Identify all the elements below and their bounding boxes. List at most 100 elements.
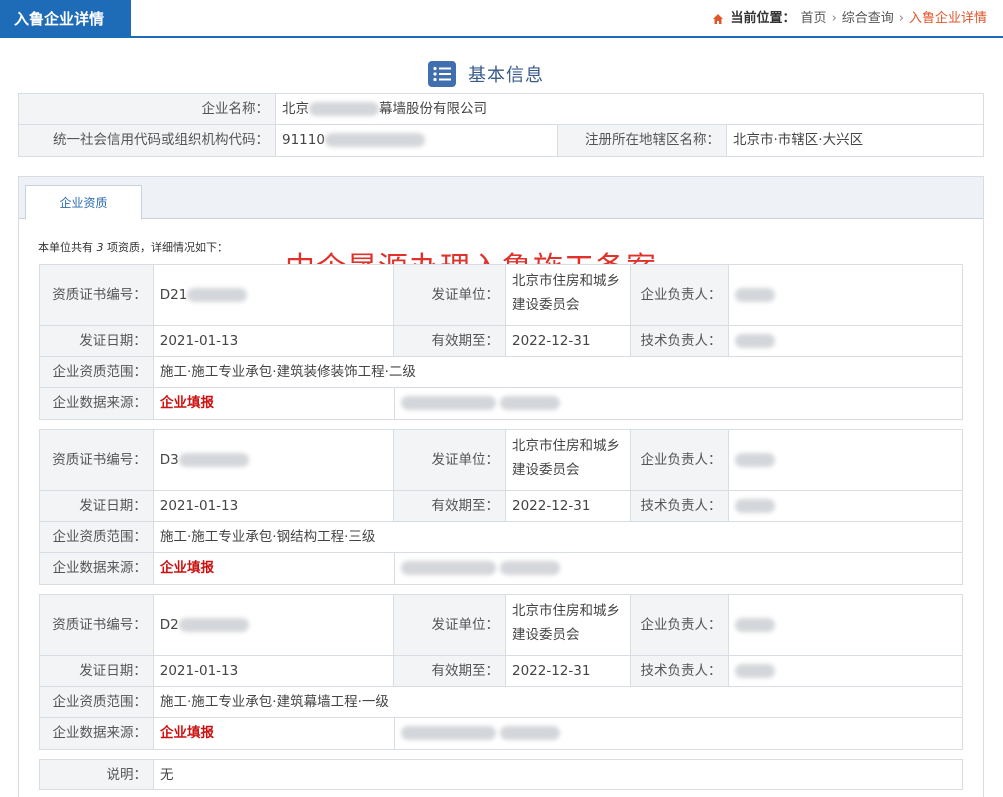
section-title: 基本信息 [468, 65, 544, 86]
breadcrumb: 当前位置： 首页 › 综合查询 › 入鲁企业详情 [712, 0, 987, 38]
note-row: 说明： 无 [39, 759, 963, 790]
valid-until-value: 2022-12-31 [504, 326, 630, 356]
issuer-value: 北京市住房和城乡建设委员会 [504, 595, 630, 655]
qualification-count: 3 [96, 241, 104, 254]
breadcrumb-home-link[interactable]: 首页 [801, 0, 827, 38]
note-label: 说明： [40, 760, 153, 789]
legal-person-value [727, 430, 962, 490]
tech-person-value [727, 656, 962, 686]
valid-until-value: 2022-12-31 [504, 491, 630, 521]
qualification-summary: 本单位共有 3 项资质，详细情况如下： [38, 241, 228, 254]
qual-row-dates: 发证日期： 2021-01-13 有效期至： 2022-12-31 技术负责人： [40, 326, 962, 357]
source-value: 企业填报 [153, 388, 394, 419]
tech-person-label: 技术负责人： [629, 326, 728, 356]
credit-code-head: 91110 [282, 132, 325, 148]
cert-no-label: 资质证书编号： [40, 265, 153, 325]
tech-person-value [727, 326, 962, 356]
redacted-mask [324, 133, 425, 147]
company-name-label: 企业名称： [19, 94, 275, 124]
scope-label: 企业资质范围： [40, 357, 153, 387]
cert-no-value: D21 [152, 265, 394, 325]
issuer-label: 发证单位： [393, 595, 505, 655]
credit-code-label: 统一社会信用代码或组织机构代码： [19, 125, 275, 156]
valid-until-value: 2022-12-31 [504, 656, 630, 686]
home-icon [712, 13, 724, 25]
legal-person-value [727, 265, 962, 325]
tech-person-value [727, 491, 962, 521]
chevron-right-icon: › [898, 11, 904, 26]
legal-person-label: 企业负责人： [629, 430, 728, 490]
qual-row-source: 企业数据来源： 企业填报 [40, 388, 962, 419]
basic-info-table: 企业名称： 北京 幕墙股份有限公司 统一社会信用代码或组织机构代码： 91110 … [18, 93, 984, 157]
source-label: 企业数据来源： [40, 718, 153, 749]
breadcrumb-current: 入鲁企业详情 [908, 11, 987, 26]
valid-until-label: 有效期至： [393, 656, 505, 686]
issue-date-value: 2021-01-13 [152, 326, 394, 356]
qual-row-scope: 企业资质范围： 施工·施工专业承包·建筑幕墙工程·一级 [40, 687, 962, 718]
source-detail [394, 388, 962, 419]
issue-date-label: 发证日期： [40, 491, 153, 521]
credit-code-value: 91110 [275, 125, 557, 156]
breadcrumb-label: 当前位置： [730, 11, 796, 26]
company-name-tail: 幕墙股份有限公司 [379, 101, 487, 117]
legal-person-value [727, 595, 962, 655]
section-header: 基本信息 [428, 60, 544, 88]
region-label: 注册所在地辖区名称： [557, 125, 726, 156]
qual-row-cert: 资质证书编号： D3 发证单位： 北京市住房和城乡建设委员会 企业负责人： [40, 430, 962, 491]
issue-date-label: 发证日期： [40, 326, 153, 356]
issue-date-value: 2021-01-13 [152, 491, 394, 521]
source-value: 企业填报 [153, 553, 394, 584]
region-value: 北京市·市辖区·大兴区 [726, 125, 983, 156]
issuer-label: 发证单位： [393, 430, 505, 490]
tech-person-label: 技术负责人： [629, 656, 728, 686]
qual-row-cert: 资质证书编号： D2 发证单位： 北京市住房和城乡建设委员会 企业负责人： [40, 595, 962, 656]
source-label: 企业数据来源： [40, 553, 153, 584]
qual-row-source: 企业数据来源： 企业填报 [40, 718, 962, 749]
scope-label: 企业资质范围： [40, 687, 153, 717]
cert-no-value: D2 [152, 595, 394, 655]
cert-no-label: 资质证书编号： [40, 595, 153, 655]
tab-strip: 企业资质 [19, 177, 983, 220]
valid-until-label: 有效期至： [393, 326, 505, 356]
redacted-mask [309, 102, 379, 116]
scope-label: 企业资质范围： [40, 522, 153, 552]
source-label: 企业数据来源： [40, 388, 153, 419]
issuer-label: 发证单位： [393, 265, 505, 325]
qual-row-cert: 资质证书编号： D21 发证单位： 北京市住房和城乡建设委员会 企业负责人： [40, 265, 962, 326]
qualification-panel: 企业资质 本单位共有 3 项资质，详细情况如下： 中企晟源办理入鲁施工备案 资质… [18, 176, 984, 797]
cert-no-label: 资质证书编号： [40, 430, 153, 490]
tab-qualifications[interactable]: 企业资质 [25, 185, 142, 220]
legal-person-label: 企业负责人： [629, 595, 728, 655]
issuer-value: 北京市住房和城乡建设委员会 [504, 265, 630, 325]
credit-code-row: 统一社会信用代码或组织机构代码： 91110 注册所在地辖区名称： 北京市·市辖… [19, 125, 983, 156]
valid-until-label: 有效期至： [393, 491, 505, 521]
source-detail [394, 718, 962, 749]
legal-person-label: 企业负责人： [629, 265, 728, 325]
scope-value: 施工·施工专业承包·建筑装修装饰工程·二级 [153, 357, 962, 387]
company-name-value: 北京 幕墙股份有限公司 [275, 94, 983, 124]
qualification-card: 资质证书编号： D2 发证单位： 北京市住房和城乡建设委员会 企业负责人： 发证… [39, 594, 963, 750]
qual-row-dates: 发证日期： 2021-01-13 有效期至： 2022-12-31 技术负责人： [40, 656, 962, 687]
qual-row-scope: 企业资质范围： 施工·施工专业承包·钢结构工程·三级 [40, 522, 962, 553]
list-icon [428, 61, 456, 87]
top-bar: 入鲁企业详情 当前位置： 首页 › 综合查询 › 入鲁企业详情 [0, 0, 1003, 38]
qualification-card: 资质证书编号： D21 发证单位： 北京市住房和城乡建设委员会 企业负责人： 发… [39, 264, 963, 420]
qual-row-scope: 企业资质范围： 施工·施工专业承包·建筑装修装饰工程·二级 [40, 357, 962, 388]
issue-date-value: 2021-01-13 [152, 656, 394, 686]
qual-row-source: 企业数据来源： 企业填报 [40, 553, 962, 584]
tech-person-label: 技术负责人： [629, 491, 728, 521]
company-name-row: 企业名称： 北京 幕墙股份有限公司 [19, 94, 983, 125]
cert-no-value: D3 [152, 430, 394, 490]
qualification-card: 资质证书编号： D3 发证单位： 北京市住房和城乡建设委员会 企业负责人： 发证… [39, 429, 963, 585]
source-detail [394, 553, 962, 584]
company-name-head: 北京 [282, 101, 309, 117]
source-value: 企业填报 [153, 718, 394, 749]
scope-value: 施工·施工专业承包·建筑幕墙工程·一级 [153, 687, 962, 717]
page-title: 入鲁企业详情 [0, 0, 131, 38]
issuer-value: 北京市住房和城乡建设委员会 [504, 430, 630, 490]
note-value: 无 [153, 760, 962, 789]
breadcrumb-query-link[interactable]: 综合查询 [842, 0, 894, 38]
scope-value: 施工·施工专业承包·钢结构工程·三级 [153, 522, 962, 552]
qual-row-dates: 发证日期： 2021-01-13 有效期至： 2022-12-31 技术负责人： [40, 491, 962, 522]
issue-date-label: 发证日期： [40, 656, 153, 686]
